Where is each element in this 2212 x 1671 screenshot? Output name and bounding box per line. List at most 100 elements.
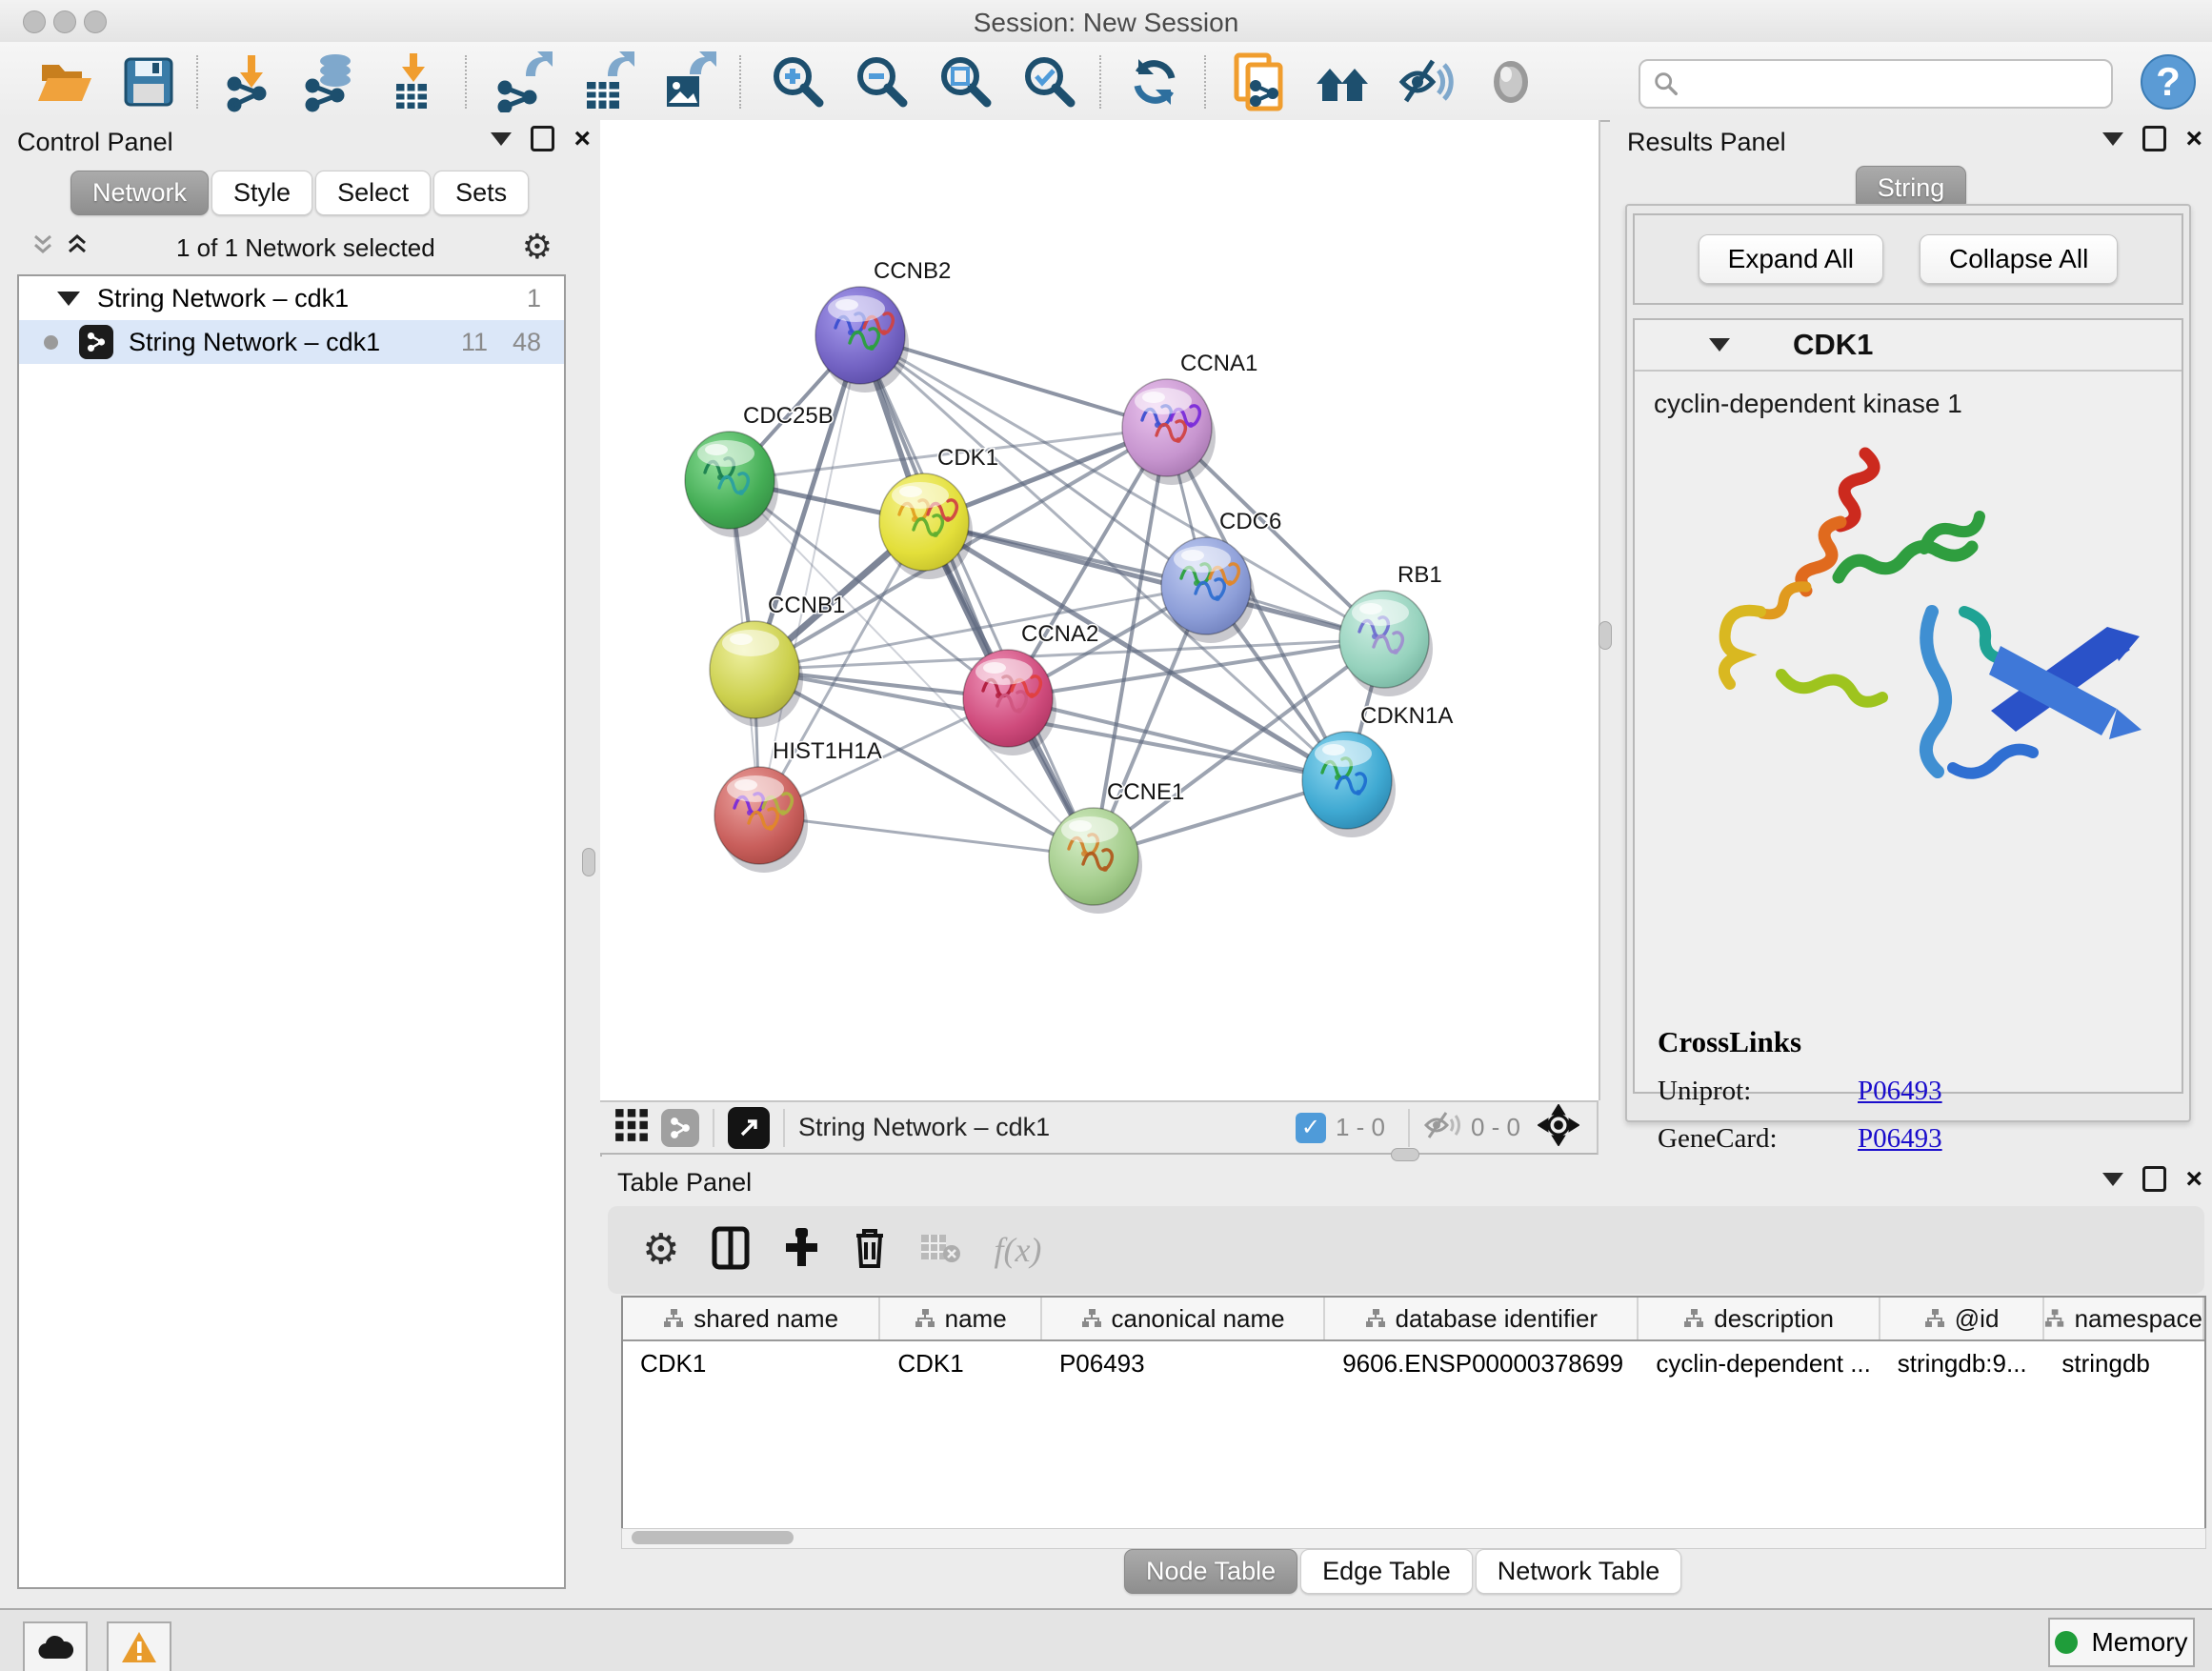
table-horizontal-scrollbar[interactable]: [621, 1528, 2206, 1549]
zoom-out-icon[interactable]: [852, 51, 913, 112]
tab-network-table[interactable]: Network Table: [1476, 1549, 1682, 1594]
export-network-icon[interactable]: [493, 51, 554, 112]
vertical-splitter-handle[interactable]: [582, 848, 595, 876]
delete-column-icon[interactable]: [853, 1226, 887, 1275]
table-cell[interactable]: 9606.ENSP00000378699: [1325, 1341, 1639, 1385]
vertical-splitter-handle[interactable]: [1599, 621, 1612, 650]
column-header--id[interactable]: @id: [1880, 1298, 2045, 1339]
column-header-database-identifier[interactable]: database identifier: [1325, 1298, 1639, 1339]
edge-CCNB2-CCNE1[interactable]: [860, 335, 1094, 856]
selected-indicator-checkbox[interactable]: ✓: [1296, 1113, 1326, 1143]
column-header-canonical-name[interactable]: canonical name: [1042, 1298, 1325, 1339]
collection-count: 1: [527, 284, 541, 313]
open-session-icon[interactable]: [34, 51, 95, 112]
column-header-label: name: [945, 1304, 1007, 1334]
table-cell[interactable]: CDK1: [880, 1341, 1042, 1385]
zoom-selected-icon[interactable]: [1019, 51, 1080, 112]
tab-select[interactable]: Select: [315, 171, 431, 215]
node-CDKN1A[interactable]: CDKN1A: [1302, 703, 1453, 837]
column-header-namespace[interactable]: namespace: [2044, 1298, 2204, 1339]
section-collapse-icon[interactable]: [1709, 338, 1730, 352]
close-panel-icon[interactable]: ×: [573, 127, 591, 151]
fit-selected-crosshair-icon[interactable]: [1538, 1104, 1579, 1151]
table-cell[interactable]: CDK1: [623, 1341, 880, 1385]
collapse-all-button[interactable]: Collapse All: [1920, 234, 2118, 284]
node-label-CDC25B: CDC25B: [743, 403, 834, 429]
tab-network[interactable]: Network: [70, 171, 209, 215]
string-panel-icon[interactable]: [661, 1109, 699, 1147]
crosslink-link[interactable]: P06493: [1858, 1076, 1942, 1107]
table-cell[interactable]: P06493: [1042, 1341, 1325, 1385]
tab-sets[interactable]: Sets: [433, 171, 529, 215]
node-CDC6[interactable]: CDC6: [1161, 509, 1281, 643]
collection-expand-icon[interactable]: [57, 292, 80, 306]
close-panel-icon[interactable]: ×: [2185, 1167, 2202, 1192]
tab-node-table[interactable]: Node Table: [1124, 1549, 1297, 1594]
float-panel-icon[interactable]: [531, 126, 554, 151]
table-options-gear-icon[interactable]: ⚙: [642, 1233, 679, 1267]
table-cell[interactable]: stringdb: [2044, 1341, 2204, 1385]
current-network-bullet: [44, 335, 58, 350]
scrollbar-thumb[interactable]: [632, 1531, 794, 1544]
show-columns-icon[interactable]: [712, 1226, 750, 1275]
eye-icon[interactable]: [1480, 51, 1541, 112]
float-panel-icon[interactable]: [2142, 1166, 2166, 1192]
string-home-icon[interactable]: [1313, 51, 1374, 112]
export-image-icon[interactable]: [657, 51, 718, 112]
tab-edge-table[interactable]: Edge Table: [1300, 1549, 1473, 1594]
collapse-panel-icon[interactable]: [2102, 1173, 2123, 1186]
cloud-status-button[interactable]: [23, 1621, 88, 1671]
tab-style[interactable]: Style: [211, 171, 312, 215]
expand-all-button[interactable]: Expand All: [1699, 234, 1883, 284]
add-column-icon[interactable]: [782, 1226, 820, 1275]
edge-CDK1-RB1[interactable]: [924, 522, 1384, 639]
memory-button[interactable]: Memory: [2048, 1618, 2195, 1667]
network-canvas[interactable]: CCNB2CCNA1CDC25BCDK1CDC6RB1CCNB1CCNA2CDK…: [600, 120, 1600, 1100]
close-panel-icon[interactable]: ×: [2185, 127, 2202, 151]
collapse-panel-icon[interactable]: [2102, 132, 2123, 146]
network-options-gear-icon[interactable]: ⚙: [522, 231, 553, 265]
export-view-icon[interactable]: [728, 1107, 770, 1149]
birdseye-grid-icon[interactable]: [613, 1107, 650, 1148]
hidden-nodes-edges-count: 0 - 0: [1471, 1113, 1520, 1142]
column-header-name[interactable]: name: [880, 1298, 1042, 1339]
node-CCNA1[interactable]: CCNA1: [1122, 351, 1257, 485]
horizontal-splitter-handle[interactable]: [1391, 1148, 1419, 1161]
network-row-label: String Network – cdk1: [129, 328, 380, 357]
import-network-file-icon[interactable]: [221, 51, 282, 112]
hide-unhide-icon[interactable]: [1397, 51, 1458, 112]
edge-HIST1H1A-CCNE1[interactable]: [759, 815, 1094, 856]
cdk1-section-header[interactable]: CDK1: [1635, 320, 2182, 372]
node-CCNB2[interactable]: CCNB2: [815, 258, 951, 393]
string-document-icon[interactable]: [1229, 51, 1290, 112]
warnings-button[interactable]: [107, 1621, 171, 1671]
table-cell[interactable]: stringdb:9...: [1880, 1341, 2045, 1385]
column-header-shared-name[interactable]: shared name: [623, 1298, 880, 1339]
expand-all-networks-icon[interactable]: [30, 232, 55, 264]
export-table-icon[interactable]: [575, 51, 636, 112]
column-header-description[interactable]: description: [1639, 1298, 1880, 1339]
import-table-file-icon[interactable]: [383, 51, 444, 112]
network-list: String Network – cdk1 1 String Network –…: [17, 274, 566, 1589]
node-HIST1H1A[interactable]: HIST1H1A: [714, 738, 882, 873]
results-panel: Results Panel × String Expand All Collap…: [1610, 120, 2212, 1157]
float-panel-icon[interactable]: [2142, 126, 2166, 151]
collapse-all-networks-icon[interactable]: [65, 232, 90, 264]
refresh-icon[interactable]: [1124, 51, 1185, 112]
node-RB1[interactable]: RB1: [1339, 562, 1442, 696]
network-collection-row[interactable]: String Network – cdk1 1: [19, 276, 564, 320]
crosslink-link[interactable]: P06493: [1858, 1123, 1942, 1155]
collapse-panel-icon[interactable]: [491, 132, 512, 146]
import-network-database-icon[interactable]: [301, 51, 362, 112]
save-session-icon[interactable]: [118, 51, 179, 112]
search-input[interactable]: [1688, 64, 2111, 104]
network-row[interactable]: String Network – cdk1 11 48: [19, 320, 564, 364]
help-icon[interactable]: ?: [2138, 51, 2199, 112]
zoom-fit-icon[interactable]: [935, 51, 996, 112]
table-cell[interactable]: cyclin-dependent ...: [1639, 1341, 1880, 1385]
table-row[interactable]: CDK1CDK1P064939606.ENSP00000378699cyclin…: [623, 1341, 2204, 1385]
zoom-in-icon[interactable]: [768, 51, 829, 112]
crosslink-label: Uniprot:: [1658, 1076, 1858, 1107]
titlebar: Session: New Session: [0, 0, 2212, 43]
table-header-row[interactable]: shared name name canonical namedatabase id…: [623, 1298, 2204, 1341]
